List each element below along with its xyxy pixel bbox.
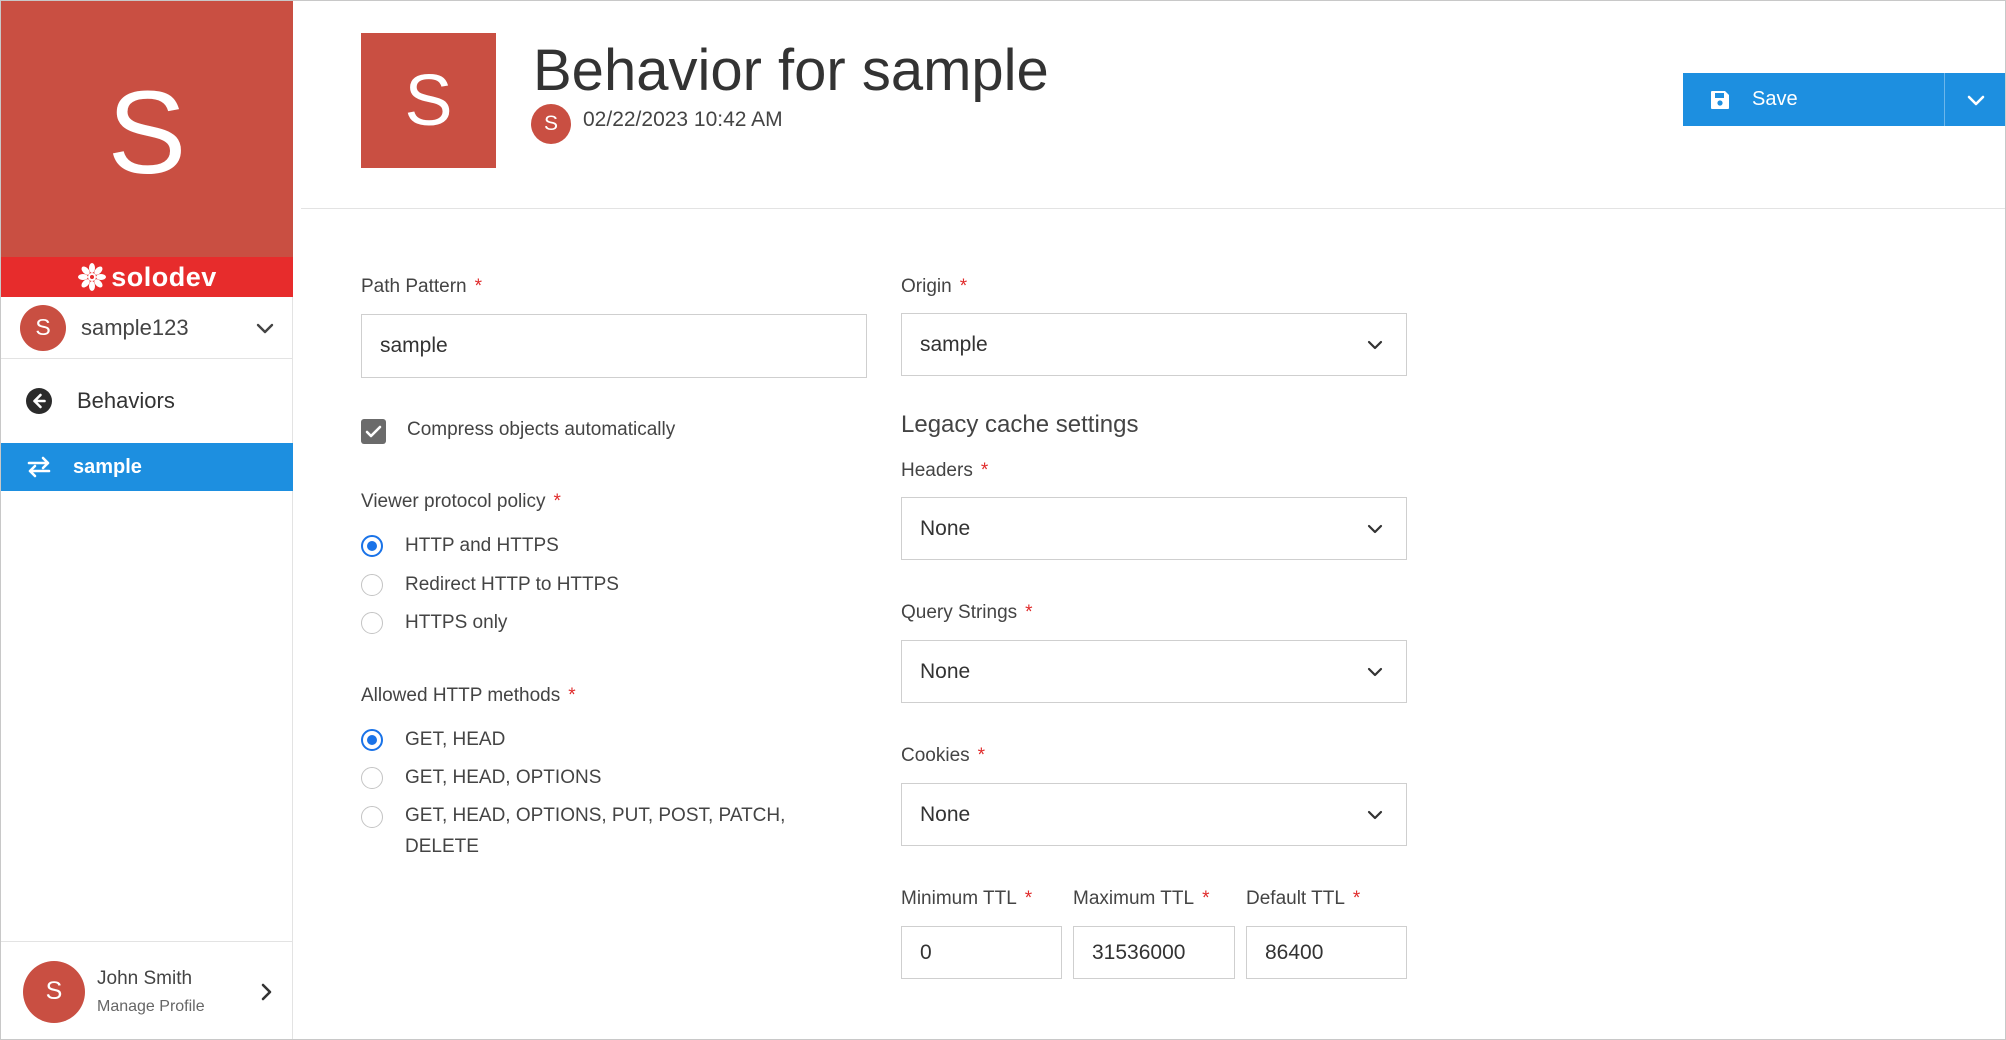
path-pattern-label: Path Pattern *: [361, 276, 483, 297]
save-button-group: Save: [1683, 73, 2005, 126]
radio-get-head[interactable]: [361, 729, 383, 751]
radio-redirect-http-to-https[interactable]: [361, 574, 383, 596]
sidebar: S solodev S sample123 Behaviors sample S…: [1, 1, 293, 1039]
chevron-down-icon: [1367, 524, 1383, 533]
account-name: sample123: [81, 314, 189, 340]
user-avatar: S: [23, 960, 85, 1023]
logo-text: solodev: [111, 261, 217, 292]
chevron-down-icon: [1367, 810, 1383, 819]
path-pattern-input[interactable]: [361, 314, 867, 378]
compress-label: Compress objects automatically: [407, 419, 676, 440]
cookies-label: Cookies *: [901, 745, 986, 766]
save-button[interactable]: Save: [1683, 73, 1945, 126]
behavior-tile: S: [361, 33, 496, 168]
allowed-methods-label: Allowed HTTP methods *: [361, 685, 576, 706]
headers-value: None: [920, 516, 971, 540]
headers-select[interactable]: None: [901, 497, 1407, 560]
save-label: Save: [1752, 88, 1798, 110]
min-ttl-label: Minimum TTL *: [901, 888, 1033, 909]
chevron-right-icon: [261, 983, 272, 1000]
radio-https-only[interactable]: [361, 612, 383, 634]
radio-get-head-label: GET, HEAD: [405, 729, 506, 750]
radio-http-and-https[interactable]: [361, 535, 383, 557]
legacy-cache-heading: Legacy cache settings: [901, 411, 1139, 438]
sidebar-item-label: sample: [73, 455, 142, 478]
author-avatar: S: [531, 104, 571, 144]
swap-arrows-icon: [27, 456, 51, 478]
profile-menu[interactable]: S John Smith Manage Profile: [1, 941, 293, 1039]
query-strings-value: None: [920, 659, 971, 683]
default-ttl-label: Default TTL *: [1246, 888, 1361, 909]
sidebar-item-sample[interactable]: sample: [1, 443, 293, 491]
origin-label: Origin *: [901, 276, 968, 297]
page-header: S Behavior for sample S 02/22/2023 10:42…: [301, 1, 2005, 209]
min-ttl-input[interactable]: [901, 926, 1062, 979]
site-tile: S: [1, 1, 293, 257]
chevron-down-icon: [1367, 667, 1383, 676]
origin-value: sample: [920, 332, 988, 356]
solodev-flower-icon: [78, 263, 107, 291]
compress-checkbox[interactable]: [361, 419, 386, 444]
radio-get-head-options-label: GET, HEAD, OPTIONS: [405, 767, 602, 788]
arrow-left-circle-icon: [26, 388, 52, 414]
viewer-protocol-label: Viewer protocol policy *: [361, 491, 561, 512]
profile-info: John Smith Manage Profile: [97, 968, 255, 1016]
chevron-down-icon: [1967, 95, 1985, 105]
checkmark-icon: [365, 425, 382, 438]
headers-label: Headers *: [901, 460, 989, 481]
query-strings-label: Query Strings *: [901, 602, 1033, 623]
default-ttl-input[interactable]: [1246, 926, 1407, 979]
max-ttl-label: Maximum TTL *: [1073, 888, 1210, 909]
cookies-select[interactable]: None: [901, 783, 1407, 846]
timestamp: 02/22/2023 10:42 AM: [583, 108, 783, 131]
radio-get-head-options[interactable]: [361, 767, 383, 789]
cookies-value: None: [920, 802, 971, 826]
app-window: S solodev S sample123 Behaviors sample S…: [0, 0, 2006, 1040]
brand-logo: solodev: [1, 257, 293, 297]
manage-profile-link[interactable]: Manage Profile: [97, 998, 255, 1016]
site-initial: S: [107, 67, 187, 199]
nav-behaviors-back[interactable]: Behaviors: [1, 373, 293, 429]
page-meta: S 02/22/2023 10:42 AM: [531, 104, 783, 144]
radio-all-methods-label-cont: DELETE: [405, 836, 479, 857]
radio-all-methods-label: GET, HEAD, OPTIONS, PUT, POST, PATCH,: [405, 805, 786, 826]
page-title: Behavior for sample: [533, 38, 1049, 103]
floppy-disk-icon: [1711, 90, 1729, 109]
radio-redirect-http-to-https-label: Redirect HTTP to HTTPS: [405, 574, 619, 595]
account-avatar: S: [20, 304, 66, 351]
radio-https-only-label: HTTPS only: [405, 612, 508, 633]
account-switcher[interactable]: S sample123: [1, 297, 293, 359]
origin-select[interactable]: sample: [901, 313, 1407, 376]
max-ttl-input[interactable]: [1073, 926, 1235, 979]
nav-behaviors-label: Behaviors: [77, 388, 175, 413]
query-strings-select[interactable]: None: [901, 640, 1407, 703]
radio-http-and-https-label: HTTP and HTTPS: [405, 535, 559, 556]
save-options-toggle[interactable]: [1945, 73, 2005, 126]
radio-all-methods[interactable]: [361, 806, 383, 828]
chevron-down-icon: [1367, 340, 1383, 349]
chevron-down-icon: [256, 323, 274, 333]
user-name: John Smith: [97, 967, 193, 989]
